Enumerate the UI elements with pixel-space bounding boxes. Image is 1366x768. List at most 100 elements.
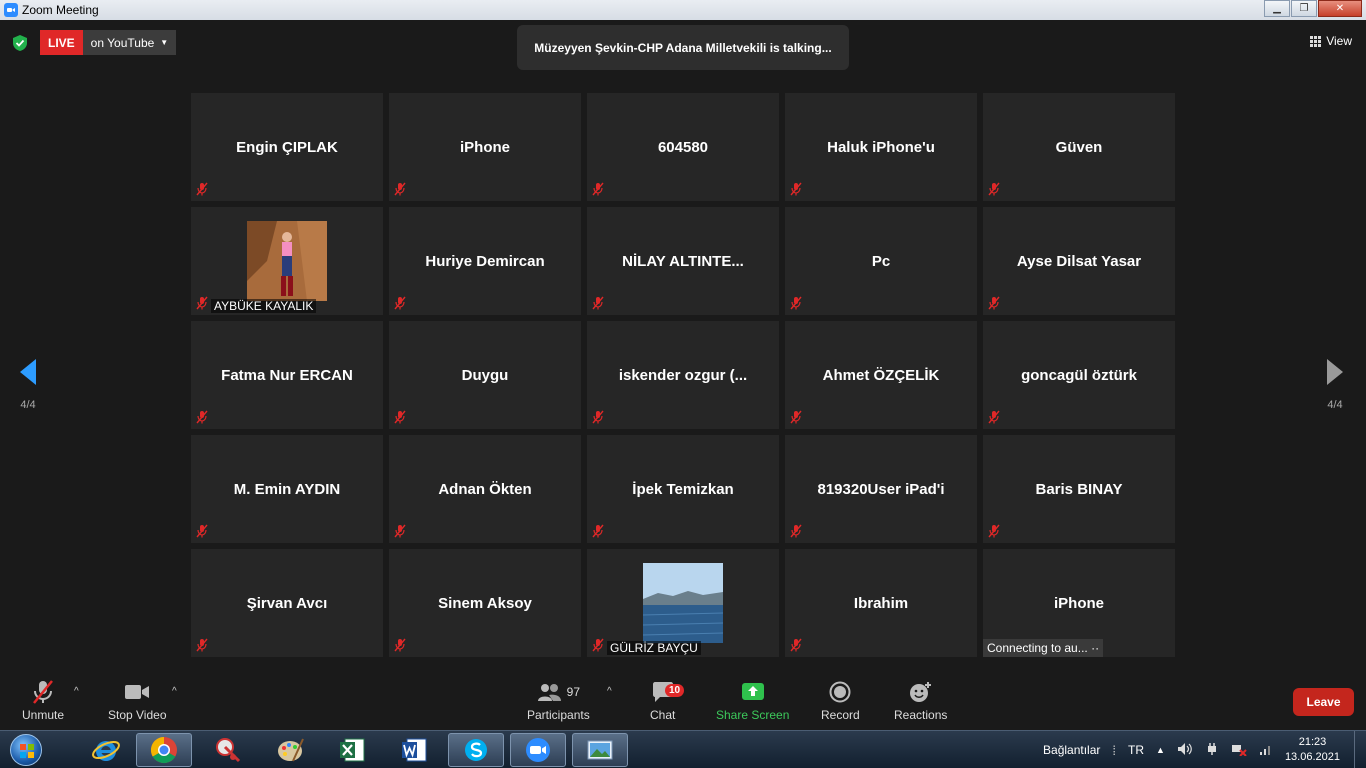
live-badge: LIVE xyxy=(40,30,83,55)
participant-tile[interactable]: Fatma Nur ERCAN xyxy=(191,321,383,429)
participant-tile[interactable]: Şirvan Avcı xyxy=(191,549,383,657)
minimize-button[interactable]: ▁ xyxy=(1264,0,1290,17)
tray-divider-icon: ⁞ xyxy=(1112,742,1117,758)
taskbar-skype[interactable] xyxy=(448,733,504,767)
chat-button[interactable]: 10 Chat xyxy=(650,678,685,722)
participant-tile[interactable]: 604580 xyxy=(587,93,779,201)
muted-mic-icon xyxy=(592,182,604,196)
clock-date: 13.06.2021 xyxy=(1284,751,1340,763)
excel-icon xyxy=(340,738,365,762)
muted-mic-icon xyxy=(988,296,1000,310)
unmute-button[interactable]: Unmute xyxy=(22,678,64,722)
participant-tile[interactable]: Baris BINAY xyxy=(983,435,1175,543)
show-desktop-button[interactable] xyxy=(1354,731,1366,768)
reactions-button[interactable]: Reactions xyxy=(894,678,947,722)
audio-options-caret[interactable]: ^ xyxy=(74,686,79,697)
view-button[interactable]: View xyxy=(1310,34,1352,48)
smiley-plus-icon xyxy=(909,682,931,702)
participant-name: Baris BINAY xyxy=(1035,480,1123,498)
taskbar-photo-viewer[interactable] xyxy=(572,733,628,767)
participant-tile[interactable]: Pc xyxy=(785,207,977,315)
participant-tile[interactable]: Ayse Dilsat Yasar xyxy=(983,207,1175,315)
participant-tile[interactable]: NİLAY ALTINTE... xyxy=(587,207,779,315)
power-plug-icon[interactable] xyxy=(1205,742,1219,759)
start-button[interactable] xyxy=(4,733,48,767)
participant-name: Sinem Aksoy xyxy=(438,594,532,612)
clock-time: 21:23 xyxy=(1298,736,1327,748)
taskbar-snipping-tool[interactable] xyxy=(200,733,256,767)
arrow-left-icon[interactable] xyxy=(18,358,38,386)
taskbar-paint[interactable] xyxy=(262,733,318,767)
previous-page-control[interactable]: 4/4 xyxy=(8,358,48,411)
taskbar-clock[interactable]: 21:23 13.06.2021 xyxy=(1285,735,1340,765)
participant-tile[interactable]: M. Emin AYDIN xyxy=(191,435,383,543)
participant-tile[interactable]: 819320User iPad'i xyxy=(785,435,977,543)
participant-name-tag: GÜLRİZ BAYÇU xyxy=(607,641,701,655)
video-options-caret[interactable]: ^ xyxy=(172,686,177,697)
participant-tile[interactable]: Ahmet ÖZÇELİK xyxy=(785,321,977,429)
close-window-button[interactable]: ✕ xyxy=(1318,0,1362,17)
participant-name: Duygu xyxy=(461,366,509,384)
participant-tile[interactable]: iPhone xyxy=(389,93,581,201)
leave-button[interactable]: Leave xyxy=(1293,688,1354,716)
paint-palette-icon xyxy=(278,738,304,762)
signal-strength-icon[interactable] xyxy=(1259,743,1273,758)
participants-button[interactable]: 97 Participants xyxy=(527,678,590,722)
participant-tile[interactable]: Ibrahim xyxy=(785,549,977,657)
show-hidden-icons-icon[interactable]: ▲ xyxy=(1156,745,1165,755)
participant-tile[interactable]: Huriye Demircan xyxy=(389,207,581,315)
participant-name: Ahmet ÖZÇELİK xyxy=(822,366,940,384)
participant-tile[interactable]: iskender ozgur (... xyxy=(587,321,779,429)
live-stream-indicator[interactable]: LIVE on YouTube ▼ xyxy=(40,30,177,55)
muted-mic-icon xyxy=(33,680,53,704)
participants-label: Participants xyxy=(527,708,590,722)
tray-connections[interactable]: Bağlantılar xyxy=(1043,743,1100,757)
participant-name: Fatma Nur ERCAN xyxy=(221,366,353,384)
taskbar-zoom[interactable] xyxy=(510,733,566,767)
participant-tile[interactable]: iPhone Connecting to au... ·· xyxy=(983,549,1175,657)
share-screen-label: Share Screen xyxy=(716,708,790,722)
muted-mic-icon xyxy=(394,296,406,310)
taskbar-word[interactable] xyxy=(386,733,442,767)
participant-name: Şirvan Avcı xyxy=(246,594,328,612)
participant-name: Huriye Demircan xyxy=(425,252,545,270)
participant-name: 819320User iPad'i xyxy=(817,480,945,498)
participant-tile[interactable]: Güven xyxy=(983,93,1175,201)
share-screen-button[interactable]: Share Screen xyxy=(716,678,789,722)
participants-options-caret[interactable]: ^ xyxy=(607,686,612,697)
participant-profile-photo xyxy=(642,563,724,643)
taskbar-chrome[interactable] xyxy=(136,733,192,767)
taskbar-excel[interactable] xyxy=(324,733,380,767)
snipping-tool-icon xyxy=(216,738,241,763)
arrow-right-icon[interactable] xyxy=(1325,358,1345,386)
word-icon xyxy=(402,738,427,762)
participant-tile[interactable]: Haluk iPhone'u xyxy=(785,93,977,201)
taskbar-internet-explorer[interactable] xyxy=(78,733,134,767)
participant-tile[interactable]: İpek Temizkan xyxy=(587,435,779,543)
record-label: Record xyxy=(821,708,860,722)
stream-target-dropdown[interactable]: on YouTube ▼ xyxy=(82,30,177,55)
tray-language[interactable]: TR xyxy=(1128,743,1144,757)
next-page-control[interactable]: 4/4 xyxy=(1315,358,1355,411)
window-title: Zoom Meeting xyxy=(22,3,99,17)
windows-taskbar: Bağlantılar ⁞ TR ▲ 21:23 13.06.2021 xyxy=(0,730,1366,768)
encryption-shield-icon[interactable] xyxy=(12,34,28,52)
muted-mic-icon xyxy=(790,638,802,652)
participant-tile[interactable]: Duygu xyxy=(389,321,581,429)
chat-unread-badge: 10 xyxy=(665,684,685,697)
record-button[interactable]: Record xyxy=(821,678,860,722)
participant-tile[interactable]: AYBÜKE KAYALIK xyxy=(191,207,383,315)
participant-tile[interactable]: GÜLRİZ BAYÇU xyxy=(587,549,779,657)
muted-mic-icon xyxy=(592,296,604,310)
participant-tile[interactable]: Sinem Aksoy xyxy=(389,549,581,657)
stop-video-button[interactable]: Stop Video xyxy=(108,678,167,722)
network-error-icon[interactable] xyxy=(1231,742,1247,759)
active-speaker-banner: Müzeyyen Şevkin-CHP Adana Milletvekili i… xyxy=(517,25,849,70)
window-controls: ▁ ❐ ✕ xyxy=(1264,0,1362,17)
photo-viewer-icon xyxy=(587,740,613,760)
volume-icon[interactable] xyxy=(1177,742,1193,759)
participant-tile[interactable]: Engin ÇIPLAK xyxy=(191,93,383,201)
participant-tile[interactable]: Adnan Ökten xyxy=(389,435,581,543)
maximize-button[interactable]: ❐ xyxy=(1291,0,1317,17)
participant-tile[interactable]: goncagül öztürk xyxy=(983,321,1175,429)
